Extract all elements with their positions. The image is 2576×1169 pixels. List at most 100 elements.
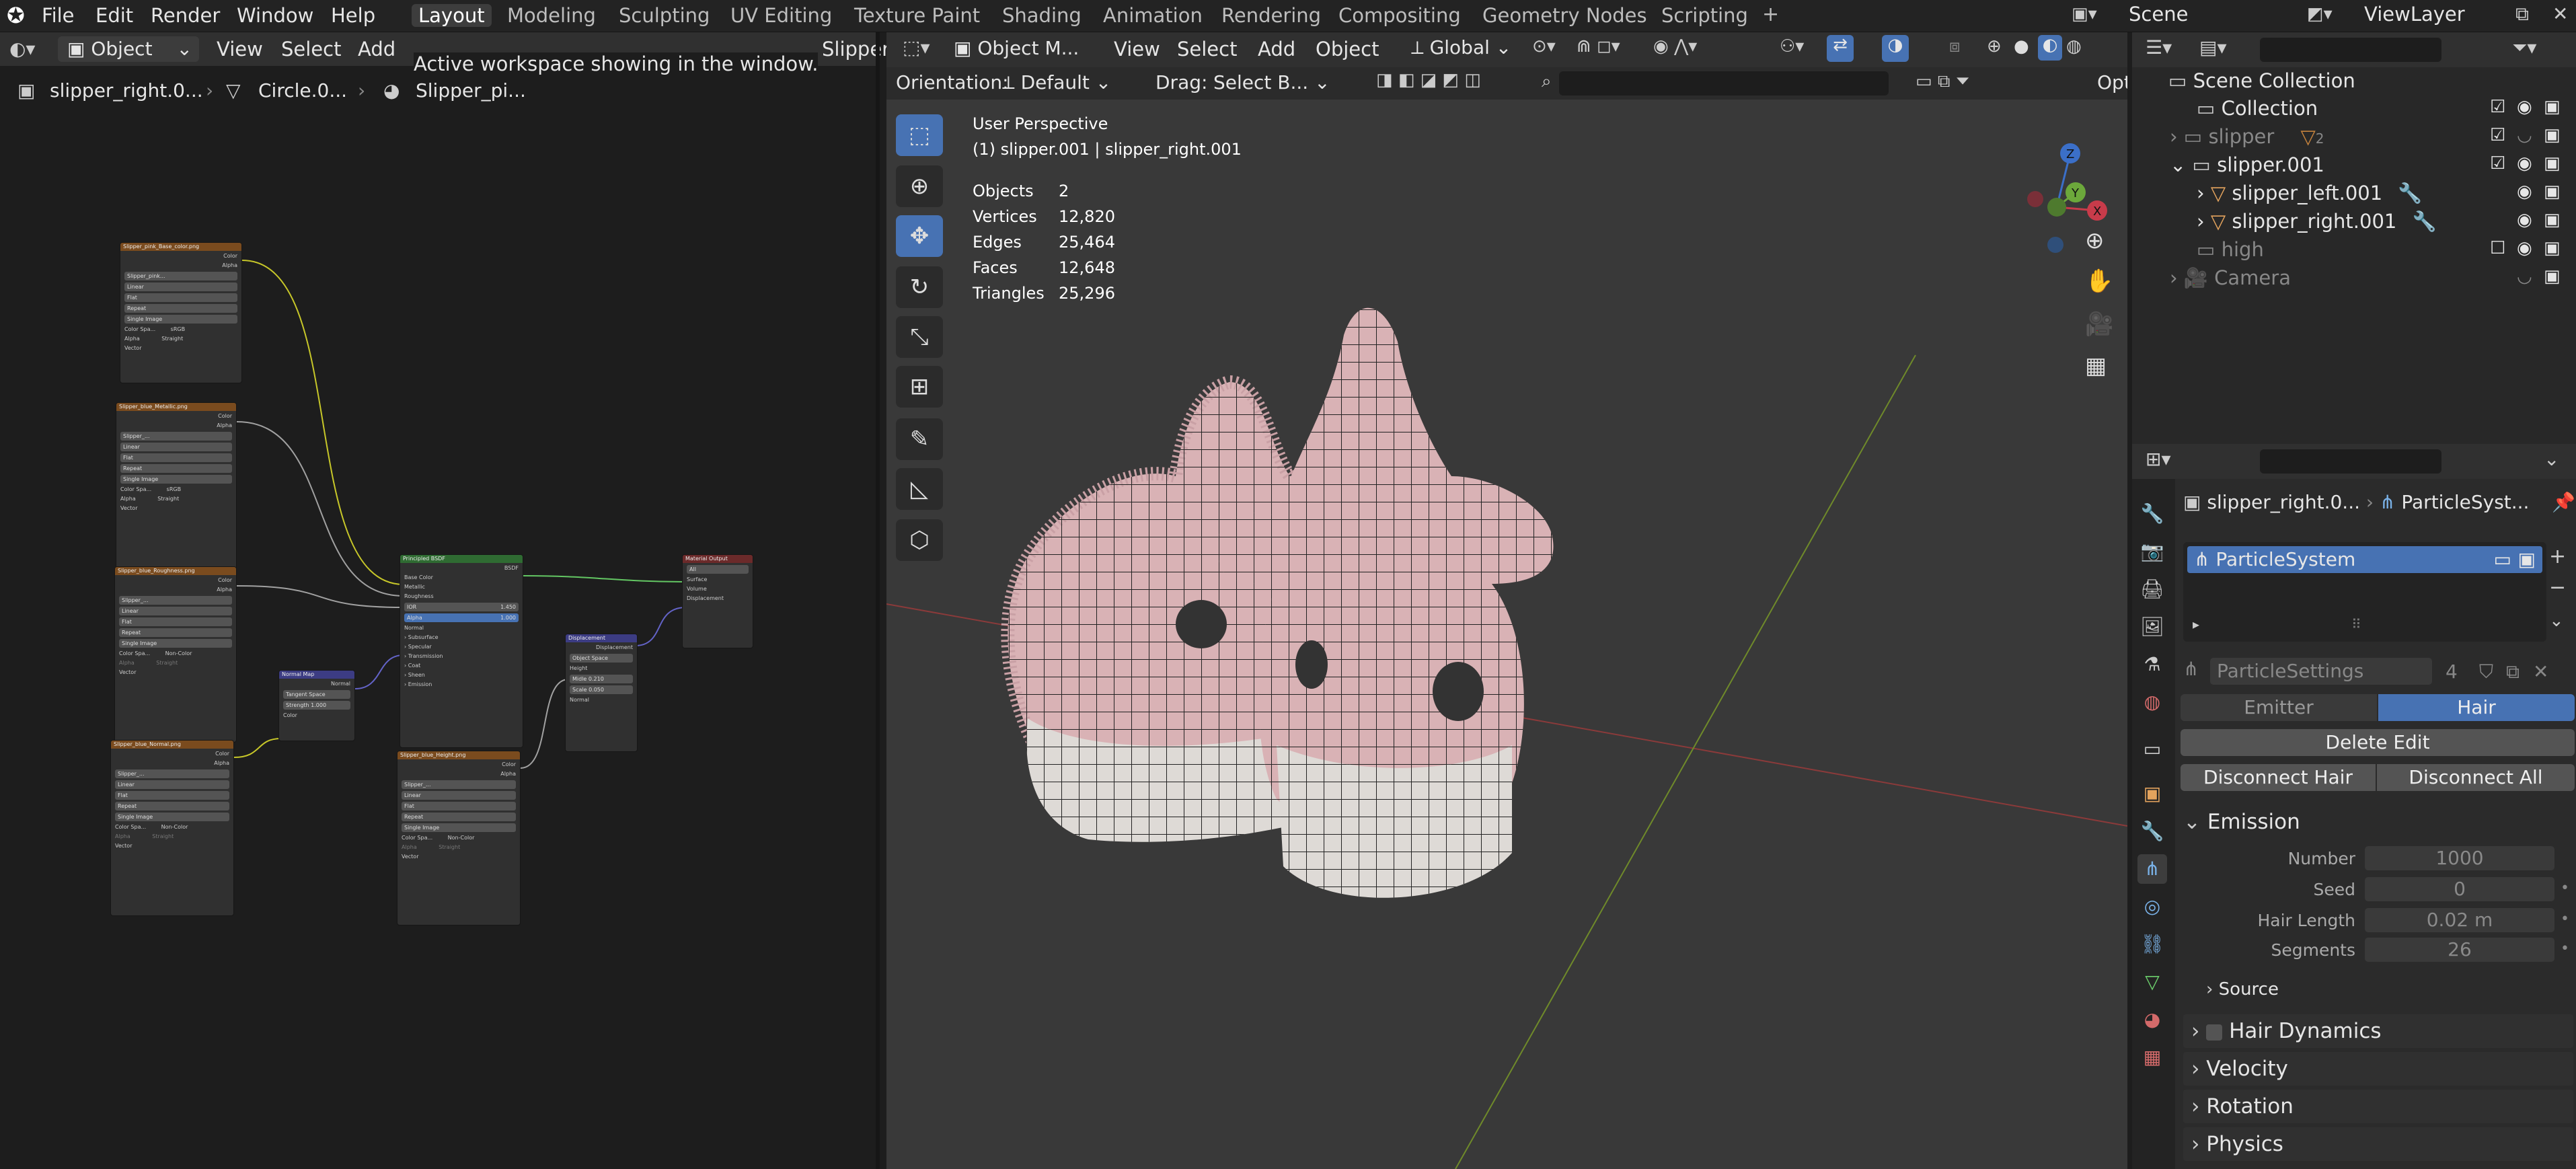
view-layer-name[interactable]: ViewLayer: [2364, 3, 2465, 26]
options-chevron-icon[interactable]: ⌄: [2544, 448, 2559, 470]
tab-modeling[interactable]: Modeling: [507, 4, 596, 27]
particle-settings-row[interactable]: ⋔ ParticleSettings 4 ⛉ ⧉ ✕: [2183, 658, 2573, 685]
source-dropdown[interactable]: Single Image: [115, 813, 229, 821]
display-mode-icon[interactable]: ▤▾: [2199, 36, 2227, 59]
shading-rendered-icon[interactable]: ◍: [2066, 36, 2082, 56]
tree-item[interactable]: › ▽ slipper_right.001 🔧: [2197, 210, 2437, 233]
interpolation-dropdown[interactable]: Linear: [120, 443, 232, 451]
hair-dynamics-checkbox[interactable]: [2206, 1024, 2223, 1041]
orientation-dropdown[interactable]: ⟂ Default ⌄: [1002, 71, 1111, 94]
proportional-edit-icon[interactable]: ◉ ⋀▾: [1653, 36, 1697, 56]
scene-name[interactable]: Scene: [2129, 3, 2188, 26]
extension-dropdown[interactable]: Repeat: [115, 802, 229, 810]
menu-edit[interactable]: Edit: [96, 4, 133, 27]
perspective-toggle-icon[interactable]: ▦: [2085, 352, 2107, 379]
properties-search-input[interactable]: [2260, 449, 2441, 474]
scene-selector-icon[interactable]: ▣▾: [2072, 4, 2097, 24]
number-field[interactable]: 1000: [2365, 846, 2554, 870]
displacement-node[interactable]: Displacement Displacement Object Space H…: [565, 634, 638, 752]
midlevel-field[interactable]: Midle 0.210: [570, 675, 633, 683]
shader-node-editor[interactable]: ◐▾ ▣ Object ⌄ View Select Add Slipper ▣ s…: [0, 32, 890, 1169]
material-tab-icon[interactable]: ◕: [2137, 1005, 2167, 1034]
collection-tab-icon[interactable]: ▭: [2137, 734, 2167, 764]
filter-icon[interactable]: ⏷▾: [2512, 36, 2536, 59]
properties-type-icon[interactable]: ⊞▾: [2146, 448, 2171, 470]
colorspace-row[interactable]: Color Spa... Non-Color: [119, 650, 232, 658]
interpolation-dropdown[interactable]: Linear: [124, 282, 237, 291]
visibility-icon[interactable]: ⚇▾: [1780, 36, 1804, 56]
projection-dropdown[interactable]: Flat: [119, 617, 232, 626]
panel-emission[interactable]: › Emission: [404, 681, 519, 689]
editor-type-icon[interactable]: ⬚▾: [903, 36, 930, 59]
alpha-row[interactable]: Alpha Straight: [402, 843, 516, 852]
colorspace-row[interactable]: Color Spa... Non-Color: [115, 823, 229, 831]
tab-uv-editing[interactable]: UV Editing: [730, 4, 832, 27]
alpha-row[interactable]: Alpha Straight: [119, 659, 232, 667]
pin-icon[interactable]: 📌: [2552, 491, 2575, 513]
eye-icon[interactable]: ◉: [2517, 238, 2532, 258]
source-dropdown[interactable]: Single Image: [124, 315, 237, 324]
panel-transmission[interactable]: › Transmission: [404, 652, 519, 661]
zoom-icon[interactable]: ⊕: [2085, 227, 2105, 254]
image-selector[interactable]: Slipper_pink...: [124, 272, 237, 280]
image-selector[interactable]: Slipper_...: [115, 769, 229, 778]
particle-system-list[interactable]: ⋔ ParticleSystem ▭ ▣ ▸ ⠿: [2183, 542, 2546, 642]
alpha-field[interactable]: Alpha 1.000: [404, 613, 519, 622]
image-selector[interactable]: Slipper_...: [402, 780, 516, 789]
viewport-toggle-icon[interactable]: ▭: [2494, 546, 2511, 573]
viewport-menu-add[interactable]: Add: [1258, 38, 1295, 61]
pan-icon[interactable]: ✋: [2085, 268, 2113, 295]
tree-item[interactable]: › ▭ slipper ▽2: [2170, 125, 2324, 148]
particles-tab-icon[interactable]: ⋔: [2137, 854, 2167, 884]
source-dropdown[interactable]: Single Image: [120, 475, 232, 484]
space-dropdown[interactable]: Tangent Space: [283, 690, 350, 699]
rotation-panel[interactable]: › Rotation: [2183, 1090, 2573, 1123]
viewport-search-input[interactable]: [1559, 71, 1889, 96]
target-dropdown[interactable]: All: [687, 565, 749, 574]
exclude-checkbox[interactable]: ☑: [2490, 153, 2505, 174]
tab-compositing[interactable]: Compositing: [1338, 4, 1461, 27]
tab-animation[interactable]: Animation: [1103, 4, 1203, 27]
pivot-icon[interactable]: ⊙▾: [1532, 36, 1556, 56]
seed-field[interactable]: 0: [2365, 877, 2554, 901]
material-output-node[interactable]: Material Output All Surface Volume Displ…: [682, 554, 753, 648]
view-layer-selector-icon[interactable]: ◩▾: [2307, 4, 2333, 24]
tree-item[interactable]: ⌄ ▭ slipper.001: [2170, 153, 2324, 176]
filter-icon[interactable]: ▭ ⧉ ⏷: [1916, 71, 1969, 92]
particle-settings-field[interactable]: ParticleSettings: [2210, 658, 2432, 685]
render-tab-icon[interactable]: 📷: [2137, 537, 2167, 566]
extension-dropdown[interactable]: Repeat: [120, 464, 232, 473]
alpha-row[interactable]: Alpha Straight: [120, 495, 232, 503]
colorspace-row[interactable]: Color Spa... sRGB: [120, 486, 232, 494]
panel-divider[interactable]: [876, 32, 880, 1169]
tool-tab-icon[interactable]: 🔧: [2137, 499, 2167, 529]
render-toggle-icon[interactable]: ▣: [2518, 546, 2536, 573]
tree-item[interactable]: › ▽ slipper_left.001 🔧: [2197, 182, 2423, 205]
velocity-panel[interactable]: › Velocity: [2183, 1052, 2573, 1086]
fake-user-icon[interactable]: ⛉: [2479, 661, 2493, 683]
emission-panel-header[interactable]: ⌄ Emission: [2183, 804, 2573, 839]
eye-closed-icon[interactable]: ◡: [2517, 125, 2532, 145]
tree-item[interactable]: › 🎥 Camera: [2170, 266, 2291, 290]
extension-dropdown[interactable]: Repeat: [119, 628, 232, 637]
strength-field[interactable]: Strength 1.000: [283, 701, 350, 710]
panel-subsurface[interactable]: › Subsurface: [404, 634, 519, 642]
space-dropdown[interactable]: Object Space: [570, 654, 633, 663]
eye-closed-icon[interactable]: ◡: [2517, 266, 2532, 287]
add-workspace-icon[interactable]: +: [1762, 3, 1779, 26]
ior-field[interactable]: IOR 1.450: [404, 603, 519, 611]
keyframe-dot-icon[interactable]: •: [2561, 880, 2569, 897]
viewport-menu-select[interactable]: Select: [1177, 38, 1237, 61]
keyframe-dot-icon[interactable]: •: [2561, 940, 2569, 957]
normal-map-node[interactable]: Normal Map Normal Tangent Space Strength…: [278, 670, 355, 741]
delete-edit-button[interactable]: Delete Edit: [2181, 729, 2575, 756]
3d-viewport[interactable]: ⬚▾ ▣ Object M... ⌄ View Select Add Objec…: [886, 32, 2127, 1169]
outliner[interactable]: ☰▾ ▤▾ ⌕ ⏷▾ ▭ Scene Collection ▭ Collecti…: [2132, 32, 2576, 444]
menu-render[interactable]: Render: [151, 4, 220, 27]
view-layer-tab-icon[interactable]: 🖼: [2137, 612, 2167, 642]
tab-scripting[interactable]: Scripting: [1661, 4, 1748, 27]
disconnect-all-button[interactable]: Disconnect All: [2377, 764, 2575, 791]
blender-logo-icon[interactable]: ✪: [7, 3, 25, 28]
select-mode-icons[interactable]: ◨ ◧ ◪ ◩ ◫: [1376, 70, 1481, 90]
options-dropdown[interactable]: Opt: [2097, 71, 2127, 93]
